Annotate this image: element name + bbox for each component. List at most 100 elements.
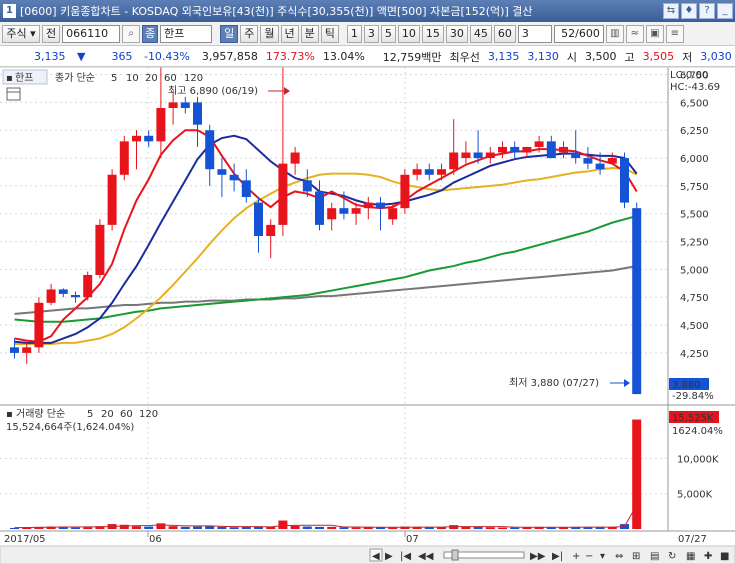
minute-button-1[interactable]: 1	[346, 24, 362, 43]
lock-icon[interactable]: ♦	[681, 3, 697, 19]
lc-label: LC:0.00	[670, 70, 708, 81]
interval-input[interactable]: 3	[517, 24, 552, 43]
candle-body	[388, 208, 398, 220]
minute-button-15[interactable]: 15	[421, 24, 444, 43]
window-title: [0600] 키움종합차트 - KOSDAQ 외국인보유[43(천)] 주식수[…	[20, 5, 533, 18]
window-title-bar: 1 [0600] 키움종합차트 - KOSDAQ 외국인보유[43(천)] 주식…	[0, 0, 735, 22]
candle-body	[217, 169, 227, 175]
volume-bar	[217, 526, 227, 529]
settings-icon[interactable]: ≡	[665, 24, 684, 43]
cycle-button-day[interactable]: 일	[220, 24, 239, 43]
cycle-button-month[interactable]: 월	[260, 24, 279, 43]
candle-body	[595, 163, 605, 170]
volume-bar	[144, 526, 154, 529]
stock-code-input[interactable]: 066110	[62, 24, 121, 43]
candle-body	[510, 146, 520, 153]
candle-body	[10, 347, 19, 353]
price-tick-label: 4,500	[680, 321, 709, 332]
calendar-icon[interactable]	[6, 87, 21, 101]
minute-button-5[interactable]: 5	[380, 24, 396, 43]
open-value: 3,500	[585, 50, 617, 63]
bar-chart-icon[interactable]: ▥	[605, 24, 624, 43]
candle-body	[156, 107, 166, 142]
ma-legend-label: 종가 단순	[55, 72, 95, 84]
ma120-legend: 120	[184, 73, 203, 84]
volume-bar	[180, 526, 190, 529]
candle-body	[22, 347, 32, 353]
refresh-icon[interactable]: ↻	[668, 551, 676, 562]
turnover-rate: 13.04%	[322, 50, 365, 63]
stock-name-field[interactable]: 한프	[160, 24, 213, 43]
volume-bar	[302, 526, 312, 529]
candle-body	[485, 152, 495, 159]
candle-body	[83, 274, 93, 298]
minute-button-3[interactable]: 3	[363, 24, 379, 43]
volume-bar	[510, 527, 520, 529]
volume-bar	[156, 523, 166, 529]
candle-body	[449, 152, 459, 170]
minimize-icon[interactable]: _	[717, 3, 733, 19]
volume-bar	[71, 527, 80, 529]
period-toggle-button[interactable]: 전	[42, 24, 61, 43]
save-icon[interactable]: ▣	[645, 24, 664, 43]
price-change: 365 -10.43%	[93, 50, 197, 63]
minute-button-60[interactable]: 60	[493, 24, 516, 43]
ma10-legend: 10	[126, 73, 139, 84]
volume-bar	[83, 527, 93, 529]
chart-option-icon[interactable]: ▤	[650, 551, 659, 562]
stock-name-icon[interactable]: 종	[142, 24, 159, 43]
zoom-in-icon[interactable]: +	[572, 551, 580, 562]
candle-body	[241, 180, 251, 198]
sync-icon[interactable]: ⇆	[663, 3, 679, 19]
cycle-button-minute[interactable]: 분	[300, 24, 319, 43]
zoom-out-icon[interactable]: −	[585, 551, 593, 562]
expand-icon[interactable]: ▪	[6, 73, 13, 84]
cycle-button-week[interactable]: 주	[240, 24, 259, 43]
minute-button-30[interactable]: 30	[445, 24, 468, 43]
zoom-select-icon[interactable]: ▾	[600, 551, 605, 562]
scroll-left-icon[interactable]: ◀	[372, 551, 380, 562]
chart-scrollbar[interactable]: ◀ ▶ |◀ ◀◀ ▶▶ ▶| + − ▾ ⇔ ⊞ ▤ ↻ ▦ ✚ ■	[0, 545, 735, 564]
stock-chart[interactable]: 6,7506,5006,2506,0005,7505,5005,2505,000…	[0, 67, 735, 564]
compare-icon[interactable]: ≈	[625, 24, 644, 43]
candle-body	[534, 141, 544, 147]
pin-icon[interactable]: ✚	[704, 551, 712, 562]
price-tick-label: 5,000	[680, 265, 709, 276]
minute-button-10[interactable]: 10	[397, 24, 420, 43]
volume-tick-label: 5,000K	[677, 490, 713, 501]
volume-ratio: 173.73%	[265, 50, 315, 63]
hc-label: HC:-43.69	[670, 82, 720, 93]
high-label: 고	[624, 50, 635, 64]
expand-chart-icon[interactable]: ⇔	[615, 551, 623, 562]
scroll-thumb[interactable]	[451, 549, 459, 561]
scroll-back-icon[interactable]: ◀◀	[418, 551, 434, 562]
help-icon[interactable]: ?	[699, 3, 715, 19]
fit-chart-icon[interactable]: ⊞	[632, 551, 640, 562]
market-select[interactable]: 주식 ▾	[2, 24, 40, 43]
scroll-end-icon[interactable]: ▶|	[552, 551, 563, 562]
scroll-start-icon[interactable]: |◀	[400, 551, 411, 562]
x-label-jun: 06	[149, 534, 162, 545]
page-count-field[interactable]: 52/600	[553, 24, 604, 43]
grid-icon[interactable]: ▦	[686, 551, 695, 562]
lock-chart-icon[interactable]: ■	[720, 551, 729, 562]
candle-body	[559, 146, 568, 153]
candle-body	[571, 152, 581, 159]
scroll-forward-icon[interactable]: ▶▶	[530, 551, 546, 562]
cycle-button-tick[interactable]: 틱	[320, 24, 339, 43]
volume-bar	[10, 527, 19, 529]
volume-bar	[229, 527, 239, 529]
trade-volume: 3,957,858	[201, 50, 258, 63]
minute-button-45[interactable]: 45	[469, 24, 492, 43]
cycle-button-year[interactable]: 년	[280, 24, 299, 43]
best-ask-value: 3,135	[487, 50, 520, 63]
window-number: 1	[3, 4, 16, 18]
volume-expand-icon[interactable]: ▪	[6, 409, 13, 420]
volume-bar	[315, 526, 324, 529]
ma60-legend: 60	[164, 73, 177, 84]
search-icon[interactable]: ⌕	[122, 24, 141, 43]
x-label-jul: 07	[406, 534, 419, 545]
scroll-right-icon[interactable]: ▶	[385, 551, 393, 562]
candle-body	[71, 295, 80, 298]
x-label-may: 2017/05	[4, 534, 46, 545]
